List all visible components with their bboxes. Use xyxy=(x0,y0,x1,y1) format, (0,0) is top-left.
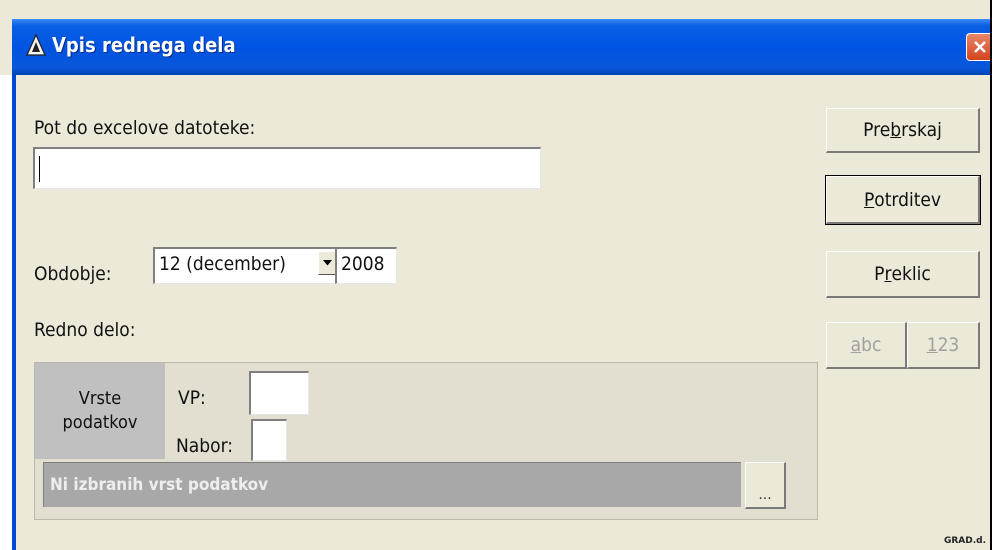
vp-input[interactable] xyxy=(249,371,309,415)
vp-label: VP: xyxy=(178,387,206,409)
cancel-label-a: P xyxy=(874,263,885,285)
period-label: Obdobje: xyxy=(34,263,112,285)
browse-accelerator: b xyxy=(890,119,902,141)
confirm-button[interactable]: Potrditev xyxy=(825,175,981,225)
browse-button[interactable]: Pre b rskaj xyxy=(826,108,980,153)
year-value: 2008 xyxy=(341,253,385,275)
close-button[interactable] xyxy=(966,33,990,61)
browse-types-button[interactable]: ... xyxy=(745,462,786,509)
cancel-accelerator: r xyxy=(884,263,892,285)
month-select[interactable]: 12 (december) xyxy=(153,247,338,284)
abc-label: bc xyxy=(861,334,882,356)
path-input[interactable] xyxy=(33,147,541,189)
cancel-label-b: eklic xyxy=(891,263,931,285)
types-label-text: Vrste podatkov xyxy=(62,388,138,433)
app-icon xyxy=(26,33,46,57)
close-icon xyxy=(974,41,986,53)
year-input[interactable]: 2008 xyxy=(335,247,397,284)
dialog-window: Vpis rednega dela Pot do excelove datote… xyxy=(0,0,990,550)
window-title: Vpis rednega dela xyxy=(52,33,236,57)
dialog-body: Pot do excelove datoteke: Obdobje: 12 (d… xyxy=(16,75,990,550)
data-types-group: Vrste podatkov VP: Nabor: Ni izbranih vr… xyxy=(34,362,818,520)
numeric-label: 23 xyxy=(937,334,960,356)
title-bar[interactable]: Vpis rednega dela xyxy=(12,19,990,75)
dropdown-button[interactable] xyxy=(318,251,336,275)
selection-status: Ni izbranih vrst podatkov xyxy=(43,462,741,507)
corner-label: GRAD.d. xyxy=(943,536,986,546)
nabor-label: Nabor: xyxy=(176,435,234,457)
numeric-button[interactable]: 1 23 xyxy=(907,322,980,369)
confirm-label-b: otrditev xyxy=(874,188,942,211)
abc-accelerator: a xyxy=(850,334,862,356)
chevron-down-icon xyxy=(323,260,332,266)
redno-label: Redno delo: xyxy=(34,319,136,341)
cancel-button[interactable]: Pr eklic xyxy=(826,251,980,298)
nabor-input[interactable] xyxy=(251,419,287,461)
numeric-accelerator: 1 xyxy=(926,334,938,356)
browse-label-a: Pre xyxy=(863,119,891,141)
left-margin xyxy=(0,75,12,550)
month-value: 12 (december) xyxy=(159,253,286,275)
abc-button[interactable]: a bc xyxy=(826,322,907,369)
path-label: Pot do excelove datoteke: xyxy=(34,117,256,139)
text-caret xyxy=(39,156,40,182)
browse-label-b: rskaj xyxy=(901,119,942,141)
confirm-accelerator: P xyxy=(863,188,875,211)
types-label: Vrste podatkov xyxy=(35,363,165,459)
